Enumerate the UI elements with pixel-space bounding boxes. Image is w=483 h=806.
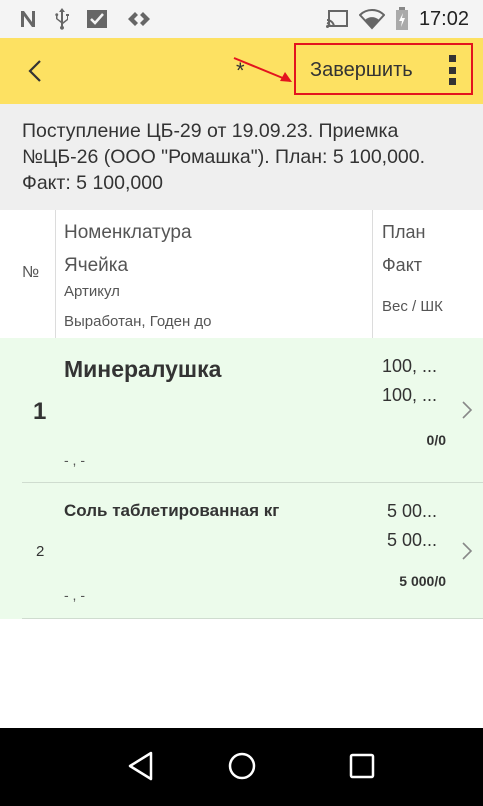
finish-button[interactable]: Завершить — [310, 59, 413, 82]
wifi-icon — [358, 8, 385, 30]
header-fact: Факт — [382, 255, 423, 275]
battery-icon — [395, 7, 409, 31]
row-number: 2 — [36, 543, 45, 560]
back-triangle-icon[interactable] — [126, 750, 156, 782]
more-dot — [448, 66, 456, 74]
chevron-right-icon — [461, 541, 473, 566]
cast-icon — [325, 9, 349, 29]
header-produced: Выработан, Годен до — [64, 313, 212, 330]
table-row[interactable]: 1 Минералушка - , - 100, ... 100, ... 0/… — [0, 338, 483, 483]
status-icons-left — [0, 7, 152, 31]
status-bar: 17:02 — [0, 0, 483, 38]
recents-square-icon[interactable] — [347, 750, 377, 782]
clock: 17:02 — [418, 7, 469, 30]
header-weight: Вес / ШК — [382, 298, 443, 315]
more-dot — [448, 78, 456, 85]
annotation-arrow — [233, 57, 292, 82]
table-row[interactable]: 2 Соль таблетированная кг - , - 5 00... … — [0, 483, 483, 619]
chevron-left-icon — [20, 56, 50, 86]
checkbox-icon — [86, 8, 110, 30]
header-plan: План — [382, 222, 426, 242]
weight-value: 0/0 — [426, 432, 446, 448]
row-divider — [22, 618, 483, 619]
column-divider — [55, 210, 56, 338]
more-dot — [448, 55, 456, 62]
item-dates: - , - — [64, 452, 85, 468]
n-logo-icon — [18, 9, 38, 29]
header-nomenclature: Номенклатура — [64, 222, 192, 243]
column-divider — [372, 210, 373, 338]
row-number: 1 — [33, 398, 47, 425]
home-circle-icon[interactable] — [227, 750, 257, 782]
toolbar: * Завершить — [0, 38, 483, 104]
item-name: Минералушка — [64, 356, 222, 382]
document-info-line: №ЦБ-26 (ООО "Ромашка"). План: 5 100,000. — [22, 146, 426, 168]
chevron-right-icon — [461, 400, 473, 425]
finish-highlight: Завершить — [294, 43, 473, 95]
plan-value: 5 00... — [387, 501, 438, 521]
document-info-line: Факт: 5 100,000 — [22, 172, 163, 194]
header-cell: Ячейка — [64, 255, 129, 276]
header-article: Артикул — [64, 283, 120, 300]
table-header: № Номенклатура Ячейка Артикул Выработан,… — [0, 210, 483, 338]
back-button[interactable] — [20, 56, 56, 86]
fact-value: 100, ... — [382, 385, 438, 405]
item-dates: - , - — [64, 587, 85, 603]
document-info-line: Поступление ЦБ-29 от 19.09.23. Приемка — [22, 120, 399, 142]
navigation-bar — [0, 728, 483, 806]
item-name: Соль таблетированная кг — [64, 501, 280, 520]
header-num: № — [22, 264, 40, 281]
more-menu-button[interactable] — [445, 55, 459, 85]
weight-value: 5 000/0 — [399, 573, 446, 589]
document-info: Поступление ЦБ-29 от 19.09.23. Приемка №… — [0, 104, 483, 210]
diamond-icon — [126, 9, 152, 29]
usb-icon — [54, 7, 70, 31]
fact-value: 5 00... — [387, 530, 438, 550]
plan-value: 100, ... — [382, 356, 438, 376]
status-icons-right: 17:02 — [325, 0, 469, 38]
